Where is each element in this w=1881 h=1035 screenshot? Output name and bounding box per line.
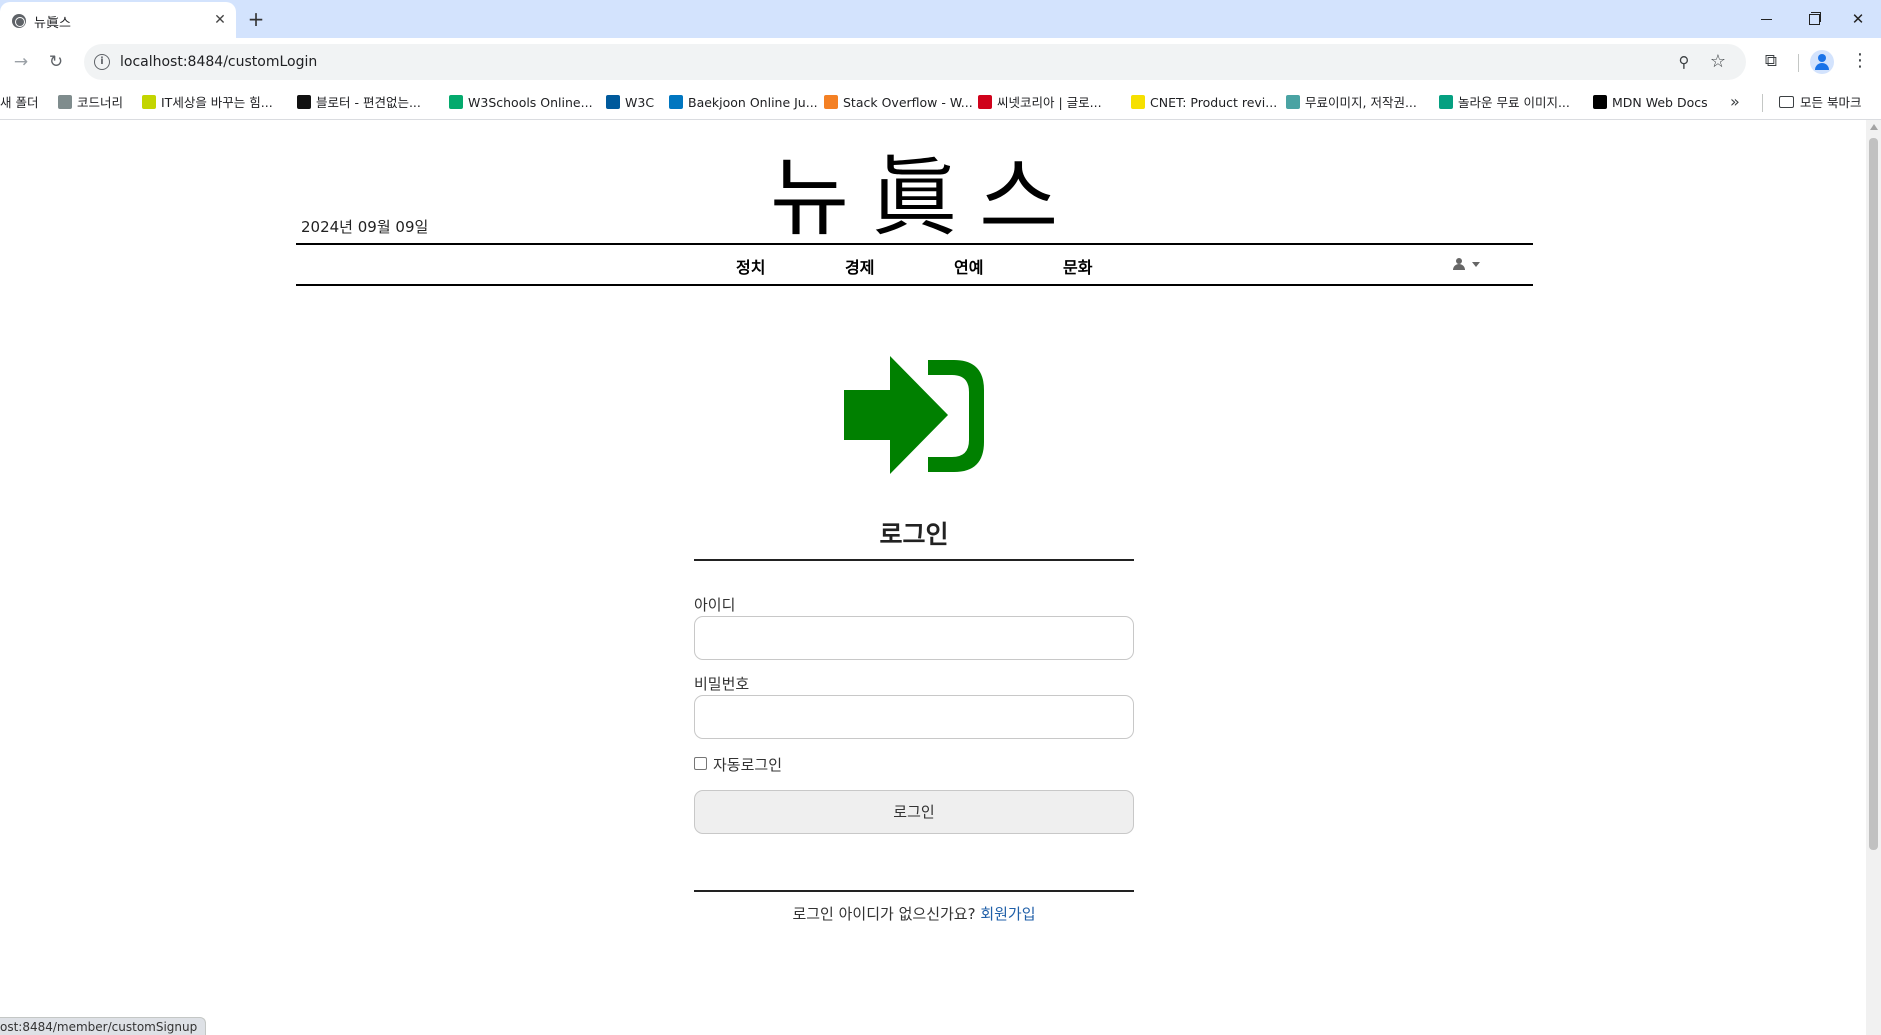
bookmark-item[interactable]: IT세상을 바꾸는 힘... [142, 94, 273, 112]
restore-button[interactable] [1799, 6, 1827, 32]
browser-menu-icon[interactable]: ⋮ [1850, 48, 1870, 74]
baekjoon-icon [669, 95, 683, 109]
scroll-thumb[interactable] [1869, 138, 1878, 850]
image-site-icon [1286, 95, 1300, 109]
header-rule-top [296, 243, 1533, 245]
code-icon [58, 95, 72, 109]
username-label: 아이디 [694, 596, 736, 614]
signup-prompt: 로그인 아이디가 없으신가요? 회원가입 [694, 903, 1134, 924]
minimize-button[interactable] [1752, 6, 1780, 32]
page-scrollbar[interactable] [1866, 120, 1881, 1035]
bookmark-item[interactable]: 놀라운 무료 이미지... [1439, 94, 1570, 112]
bookmark-label: W3Schools Online... [468, 95, 593, 110]
close-window-button[interactable]: ✕ [1844, 6, 1872, 32]
remember-me-checkbox[interactable] [694, 757, 707, 770]
new-tab-button[interactable]: + [244, 7, 268, 31]
zoom-icon[interactable]: ⚲ [1674, 52, 1694, 72]
header-rule-bottom [296, 284, 1533, 286]
title-divider [694, 559, 1134, 561]
password-label: 비밀번호 [694, 675, 750, 693]
bookmark-label: IT세상을 바꾸는 힘... [161, 95, 273, 110]
footer-divider [694, 890, 1134, 892]
login-title: 로그인 [879, 520, 949, 549]
toolbar-divider [1798, 54, 1799, 72]
bookmarks-bar: 새 폴더 코드너리 IT세상을 바꾸는 힘... 블로터 - 편견없는... W3Sch… [0, 86, 1881, 120]
bookmark-item[interactable]: 무료이미지, 저작권... [1286, 94, 1417, 112]
caret-down-icon [1472, 262, 1480, 267]
page-content: 뉴眞스 2024년 09월 09일 정치 경제 연예 문화 로그인 아이디 비밀… [0, 120, 1866, 1035]
w3schools-icon [449, 95, 463, 109]
bookmark-item[interactable]: 씨넷코리아 | 글로... [978, 94, 1102, 112]
site-logo[interactable]: 뉴眞스 [770, 150, 1080, 246]
tab-title: 뉴眞스 [34, 16, 71, 31]
browser-toolbar: → ↻ i localhost:8484/customLogin ⚲ ☆ ⧉ ⋮ [0, 38, 1881, 86]
globe-icon [12, 14, 26, 28]
site-info-icon[interactable]: i [94, 54, 110, 70]
url-text[interactable]: localhost:8484/customLogin [120, 54, 317, 70]
nav-item-economy[interactable]: 경제 [845, 254, 874, 278]
bookmarks-divider [1762, 94, 1763, 112]
all-bookmarks-label: 모든 북마크 [1800, 95, 1862, 110]
bookmark-label: Stack Overflow - W... [843, 95, 973, 110]
bookmark-label: 코드너리 [77, 95, 124, 110]
nav-item-entertainment[interactable]: 연예 [954, 254, 983, 278]
mdn-icon [1593, 95, 1607, 109]
bookmark-label: 놀라운 무료 이미지... [1458, 95, 1570, 110]
bookmark-label: MDN Web Docs [1612, 95, 1708, 110]
profile-avatar-icon[interactable] [1810, 50, 1834, 74]
bookmark-item[interactable]: W3Schools Online... [449, 94, 593, 112]
cnet-icon [1131, 95, 1145, 109]
bookmark-item[interactable]: Stack Overflow - W... [824, 94, 973, 112]
w3c-icon [606, 95, 620, 109]
sign-in-icon [844, 356, 984, 474]
stackoverflow-icon [824, 95, 838, 109]
user-menu-dropdown[interactable] [1452, 253, 1486, 275]
bookmark-star-icon[interactable]: ☆ [1707, 51, 1729, 73]
bookmark-item[interactable]: CNET: Product revi... [1131, 94, 1277, 112]
bookmark-item[interactable]: 코드너리 [58, 94, 123, 112]
bookmark-item[interactable]: 새 폴더 [0, 94, 38, 112]
bookmark-item[interactable]: W3C [606, 94, 654, 112]
bookmark-label: 무료이미지, 저작권... [1305, 95, 1417, 110]
nav-item-politics[interactable]: 정치 [736, 254, 765, 278]
bookmark-label: Baekjoon Online Ju... [688, 95, 818, 110]
bookmark-item[interactable]: MDN Web Docs [1593, 94, 1708, 112]
bookmark-label: CNET: Product revi... [1150, 95, 1278, 110]
signup-link[interactable]: 회원가입 [980, 905, 1035, 923]
remember-me-label[interactable]: 자동로그인 [713, 754, 782, 775]
all-bookmarks-folder[interactable]: 모든 북마크 [1779, 94, 1861, 112]
login-button[interactable]: 로그인 [694, 790, 1134, 834]
bookmark-label: 블로터 - 편견없는... [316, 95, 421, 110]
extensions-icon[interactable]: ⧉ [1760, 50, 1782, 72]
browser-tab[interactable]: 뉴眞스 ✕ [0, 2, 236, 38]
folder-icon [1779, 96, 1794, 108]
bookmark-item[interactable]: 블로터 - 편견없는... [297, 94, 421, 112]
cnet-korea-icon [978, 95, 992, 109]
current-date: 2024년 09월 09일 [301, 218, 429, 236]
more-bookmarks-icon[interactable]: » [1730, 92, 1740, 112]
username-input[interactable] [694, 616, 1134, 660]
bookmark-label: 새 폴더 [0, 95, 39, 110]
reload-icon[interactable]: ↻ [42, 48, 70, 76]
scroll-up-arrow-icon[interactable] [1870, 124, 1878, 130]
nav-item-culture[interactable]: 문화 [1063, 254, 1092, 278]
status-bar-url: ost:8484/member/customSignup [0, 1017, 207, 1035]
browser-tab-bar: 뉴眞스 ✕ + ✕ [0, 0, 1881, 38]
user-icon-body [1453, 264, 1465, 270]
close-tab-icon[interactable]: ✕ [210, 10, 230, 30]
pexels-icon [1439, 95, 1453, 109]
bloter-icon [297, 95, 311, 109]
bookmark-label: W3C [625, 95, 655, 110]
bookmark-item[interactable]: Baekjoon Online Ju... [669, 94, 818, 112]
bookmark-label: 씨넷코리아 | 글로... [997, 95, 1102, 110]
forward-icon[interactable]: → [7, 48, 35, 76]
signup-prompt-text: 로그인 아이디가 없으신가요? [792, 905, 981, 923]
address-bar[interactable]: i localhost:8484/customLogin ⚲ ☆ [84, 44, 1746, 80]
it-icon [142, 95, 156, 109]
password-input[interactable] [694, 695, 1134, 739]
